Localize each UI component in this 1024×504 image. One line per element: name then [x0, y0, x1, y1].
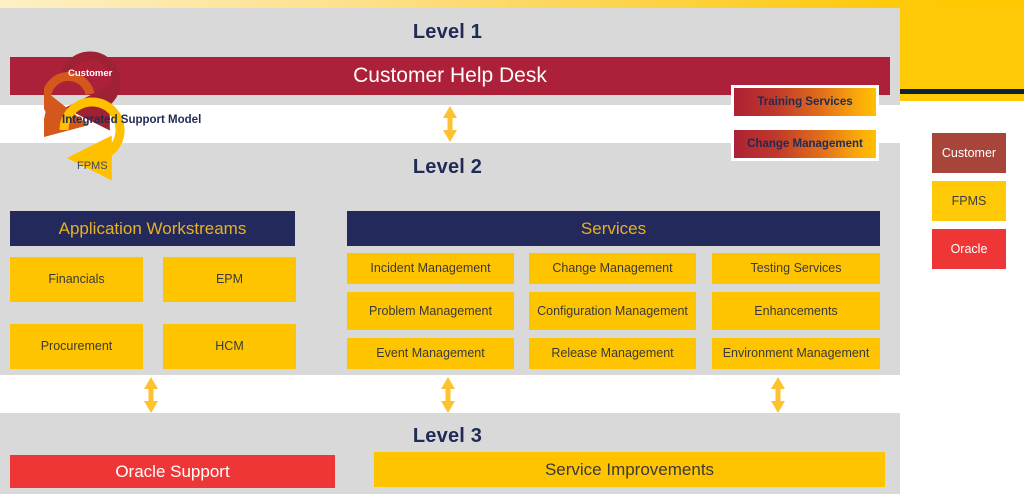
brand-panel-foot — [900, 94, 1024, 101]
oracle-support-box[interactable]: Oracle Support — [10, 455, 335, 488]
workstream-tile-financials[interactable]: Financials — [10, 257, 143, 302]
services-header: Services — [347, 211, 880, 246]
ring-label-customer: Customer — [68, 68, 113, 79]
diagram-canvas: Level 1 Level 2 Level 3 Customer Help De… — [0, 0, 1024, 504]
connector-arrow-l2-l3-right — [771, 377, 785, 413]
service-tile-problem-management[interactable]: Problem Management — [347, 292, 514, 330]
service-tile-release-management[interactable]: Release Management — [529, 338, 696, 369]
callout-training-services[interactable]: Training Services — [731, 85, 879, 119]
connector-arrow-l1-l2-center — [443, 106, 457, 142]
workstream-tile-epm[interactable]: EPM — [163, 257, 296, 302]
brand-panel — [900, 8, 1024, 101]
connector-arrow-l2-l3-center — [441, 377, 455, 413]
service-tile-environment-management[interactable]: Environment Management — [712, 338, 880, 369]
level-1-title: Level 1 — [412, 21, 483, 43]
workstream-tile-hcm[interactable]: HCM — [163, 324, 296, 369]
integrated-support-model-title: Integrated Support Model — [62, 114, 202, 126]
ring-label-fpms: FPMS — [77, 160, 108, 172]
level-2-title: Level 2 — [412, 156, 483, 178]
service-tile-change-management[interactable]: Change Management — [529, 253, 696, 284]
legend-item-customer: Customer — [932, 133, 1006, 173]
application-workstreams-header: Application Workstreams — [10, 211, 295, 246]
service-tile-event-management[interactable]: Event Management — [347, 338, 514, 369]
legend-item-fpms: FPMS — [932, 181, 1006, 221]
service-improvements-box[interactable]: Service Improvements — [374, 452, 885, 487]
top-gradient-strip — [0, 0, 1024, 8]
workstream-tile-procurement[interactable]: Procurement — [10, 324, 143, 369]
connector-arrow-l2-l3-left — [144, 377, 158, 413]
service-tile-enhancements[interactable]: Enhancements — [712, 292, 880, 330]
service-tile-configuration-management[interactable]: Configuration Management — [529, 292, 696, 330]
service-tile-testing-services[interactable]: Testing Services — [712, 253, 880, 284]
level-3-title: Level 3 — [412, 425, 483, 447]
legend-item-oracle: Oracle — [932, 229, 1006, 269]
service-tile-incident-management[interactable]: Incident Management — [347, 253, 514, 284]
callout-change-management[interactable]: Change Management — [731, 127, 879, 161]
